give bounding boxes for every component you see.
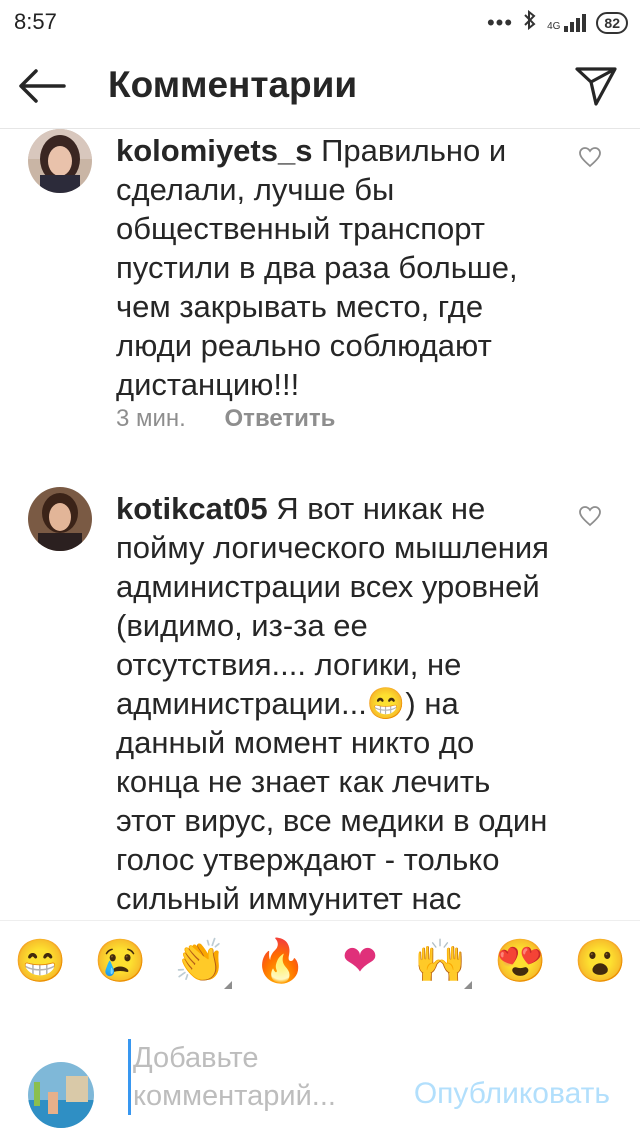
comments-list[interactable]: kolomiyets_s Правильно и сделали, лучше … (0, 129, 640, 920)
comment-body: kotikcat05 Я вот никак не пойму логическ… (116, 489, 554, 920)
comment-meta: 3 мин. Ответить (116, 405, 335, 433)
bluetooth-icon (523, 9, 537, 35)
comment-username[interactable]: kotikcat05 (116, 491, 268, 526)
status-time: 8:57 (14, 9, 57, 34)
header: Комментарии (0, 44, 640, 129)
emoji-surprised-icon[interactable]: 😮 (574, 935, 626, 987)
comment-username[interactable]: kolomiyets_s (116, 133, 312, 168)
comment-time: 3 мин. (116, 405, 186, 432)
network-type: 4G (547, 20, 561, 32)
publish-button[interactable]: Опубликовать (414, 1077, 610, 1111)
comment-composer: Добавьте комментарий... Опубликовать (0, 1007, 640, 1138)
emoji-fire-icon[interactable]: 🔥 (254, 935, 306, 987)
comment-body: kolomiyets_s Правильно и сделали, лучше … (116, 131, 554, 404)
direct-send-icon[interactable] (574, 64, 618, 108)
like-heart-icon[interactable] (578, 146, 602, 168)
emoji-heart-eyes-icon[interactable]: 😍 (494, 935, 546, 987)
page-title: Комментарии (108, 64, 358, 105)
back-arrow-icon[interactable] (16, 66, 68, 106)
avatar[interactable] (28, 129, 92, 193)
comment-text: Правильно и сделали, лучше бы общественн… (116, 133, 518, 402)
more-dots-icon: ••• (486, 9, 514, 35)
like-heart-icon[interactable] (578, 505, 602, 527)
status-bar: 8:57 ••• 4G 82 (0, 0, 640, 44)
status-icons: ••• 4G 82 (486, 9, 628, 35)
emoji-quick-bar: 😁 😢 👏 🔥 ❤ 🙌 😍 😮 (0, 920, 640, 1008)
signal-icon: 4G (547, 13, 587, 32)
avatar[interactable] (28, 487, 92, 551)
emoji-raised-hands-icon[interactable]: 🙌 (414, 935, 472, 989)
comment-input[interactable]: Добавьте комментарий... (128, 1039, 383, 1115)
reply-button[interactable]: Ответить (225, 405, 336, 432)
comment-text: Я вот никак не пойму логического мышлени… (116, 491, 549, 916)
emoji-sad-icon[interactable]: 😢 (94, 935, 146, 987)
battery-indicator: 82 (596, 11, 628, 34)
emoji-clap-icon[interactable]: 👏 (174, 935, 232, 989)
my-avatar (28, 1062, 94, 1128)
emoji-heart-icon[interactable]: ❤ (334, 935, 386, 987)
emoji-grinning-icon[interactable]: 😁 (14, 935, 66, 987)
